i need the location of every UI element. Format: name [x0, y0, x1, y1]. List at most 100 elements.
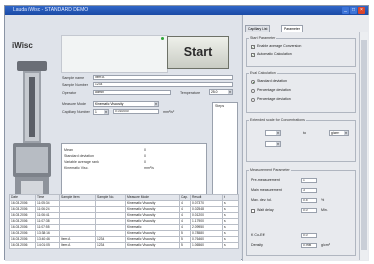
max-deviation-label: Max. dev. tol. [251, 198, 273, 202]
std-value: 0 [144, 154, 146, 158]
sample-name-label: Sample name [62, 76, 85, 80]
eval-calculation-group: Eval Calculation Standard deviation Perc… [246, 71, 356, 113]
window-title: Lauda iWisc - STANDARD DEMO [13, 7, 89, 13]
density-field[interactable]: 0.998 [301, 243, 317, 248]
density-label: Density [251, 243, 263, 247]
main-measurement-field[interactable]: 3 [301, 188, 317, 193]
measure-mode-value: Kinematic Viscosity [95, 102, 124, 106]
scrollbar-thumb[interactable] [361, 40, 367, 250]
table-cell: 1.06560 [190, 242, 223, 249]
table-cell: s [222, 242, 239, 249]
measurement-parameter-group: Measurement Parameter Pre-measurement 1 … [246, 168, 356, 256]
k-coeff-field[interactable]: 0.0 [301, 233, 317, 238]
main-measurement-label: Main measurement [251, 188, 282, 192]
start-parameter-group: Start Parameter ✓ Enable average Convers… [246, 36, 356, 67]
app-logo: iWisc [12, 41, 33, 50]
results-box: Mean 0 Standard deviation 0 Variable ave… [61, 143, 207, 195]
sample-name-field[interactable]: Item A [93, 75, 233, 80]
sample-number-field[interactable]: 1234 [93, 82, 233, 87]
radio-label: Standard deviation [257, 79, 287, 83]
percentage-deviation-radio-2[interactable] [251, 98, 255, 102]
results-table: Date Time Sample Item Sample No. Measure… [9, 194, 239, 249]
operator-label: Operator [62, 91, 77, 95]
concentration-unit-dropdown[interactable]: g/cm³ ▾ [329, 130, 349, 136]
maximize-button[interactable]: □ [350, 7, 357, 14]
concentration-unit-value: g/cm³ [331, 131, 340, 135]
vertical-scrollbar[interactable] [359, 32, 368, 260]
density-unit: g/cm³ [321, 243, 330, 247]
operator-field[interactable]: admin [93, 90, 171, 95]
pre-measurement-field[interactable]: 1 [301, 178, 317, 183]
table-cell: 5 [179, 242, 191, 249]
percentage-deviation-radio[interactable] [251, 89, 255, 93]
temperature-value: 25.0 [211, 90, 218, 94]
chevron-down-icon: ▾ [344, 131, 348, 135]
tab-parameter[interactable]: Parameter [281, 25, 303, 32]
main-window: Lauda iWisc - STANDARD DEMO _ □ × iWisc … [4, 5, 369, 261]
status-led [161, 37, 164, 40]
max-deviation-unit: % [321, 198, 325, 202]
minimize-button[interactable]: _ [342, 7, 349, 14]
automatic-calculation-checkbox[interactable]: ✓ [251, 53, 255, 57]
table-cell: Kinematic Viscosity [125, 242, 180, 249]
capillary-label: Capillary Number [62, 110, 90, 114]
standard-deviation-radio[interactable] [251, 80, 255, 84]
group-title: Measurement Parameter [249, 168, 291, 172]
radio-label: Percentage deviation [257, 88, 291, 92]
capillary-dropdown[interactable]: 1 ▾ [93, 109, 109, 115]
tab-capillary-list[interactable]: Capillary List [245, 25, 271, 32]
measure-mode-label: Measure Mode [62, 102, 86, 106]
capillary-value: 1 [95, 110, 97, 114]
checkbox-label: Enable average Conversion [257, 44, 302, 48]
table-cell: Item A [59, 242, 96, 249]
table-body: 16.03.2006 11:05:34 Kinematic Viscosity 4 0.… [9, 200, 239, 249]
capillary-constant-field: 0.010000 [113, 109, 159, 114]
temperature-label: Temperature [180, 91, 201, 95]
table-row[interactable]: 16.03.2006 14:01:05 Item A 1234 Kinematic Vi… [9, 242, 239, 249]
concentration-to-label: to [303, 131, 306, 135]
chevron-down-icon: ▾ [104, 110, 108, 114]
radio-label: Percentage deviation [257, 97, 291, 101]
max-deviation-field[interactable]: 0.5 [301, 198, 317, 203]
pre-measurement-label: Pre-measurement [251, 178, 280, 182]
k-coeff-label: K Co-Eff [251, 233, 265, 237]
viscometer-instrument-icon [13, 61, 51, 201]
table-cell: 14:01:05 [35, 242, 60, 249]
concentration-group: Extended scale for Concentrations ▾ to g… [246, 118, 356, 162]
chevron-down-icon: ▾ [228, 90, 232, 94]
chevron-down-icon: ▾ [154, 102, 158, 106]
table-cell: 16.03.2006 [9, 242, 36, 249]
kv-label: Kinematic Visc. [64, 166, 89, 170]
kv-unit: mm²/s [144, 166, 154, 170]
concentration-to-dropdown[interactable]: ▾ [265, 141, 281, 147]
title-bar: Lauda iWisc - STANDARD DEMO _ □ × [5, 6, 368, 15]
capillary-unit: mm²/s² [163, 110, 175, 114]
wait-delay-field[interactable]: 0.0 [301, 208, 317, 213]
group-title: Start Parameter [249, 36, 277, 40]
start-button[interactable]: Start [167, 36, 229, 69]
std-label: Standard deviation [64, 154, 94, 158]
wait-delay-label: Wait delay [257, 208, 274, 212]
wait-delay-checkbox[interactable] [251, 209, 255, 213]
table-cell: 1234 [95, 242, 126, 249]
steps-header: Steps [215, 104, 225, 108]
checkbox-label: Automatic Calculation [257, 52, 292, 56]
group-title: Eval Calculation [249, 71, 277, 75]
enable-average-checkbox[interactable]: ✓ [251, 45, 255, 49]
var-label: Variable average rank [64, 160, 99, 164]
mean-label: Mean [64, 148, 73, 152]
var-value: 0 [144, 160, 146, 164]
steps-list[interactable]: Steps [212, 102, 238, 200]
parameter-panel: Capillary List Parameter Start Parameter… [242, 15, 369, 261]
temperature-dropdown[interactable]: 25.0 ▾ [209, 89, 233, 95]
mean-value: 0 [144, 148, 146, 152]
concentration-from-dropdown[interactable]: ▾ [265, 130, 281, 136]
chevron-down-icon: ▾ [276, 142, 280, 146]
chevron-down-icon: ▾ [276, 131, 280, 135]
status-banner [61, 35, 168, 73]
group-title: Extended scale for Concentrations [249, 118, 306, 122]
measure-mode-dropdown[interactable]: Kinematic Viscosity ▾ [93, 101, 159, 107]
wait-delay-unit: Min. [321, 208, 328, 212]
close-button[interactable]: × [358, 7, 365, 14]
sample-number-label: Sample Number [62, 83, 88, 87]
